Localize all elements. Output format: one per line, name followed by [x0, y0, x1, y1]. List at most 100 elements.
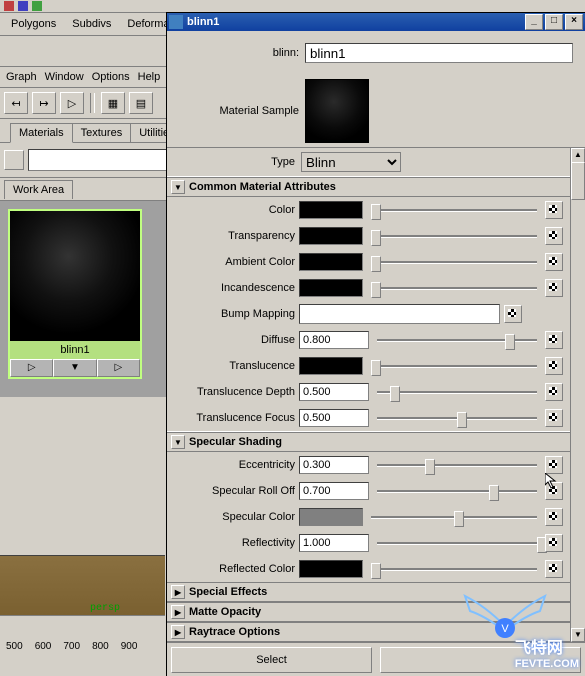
swatch-menu[interactable]: ▼	[53, 359, 96, 377]
reflectivity-slider[interactable]	[377, 535, 537, 551]
section-title: Raytrace Options	[189, 626, 280, 638]
ecc-label: Eccentricity	[175, 459, 295, 471]
collapse-icon[interactable]: ▼	[171, 180, 185, 194]
tool-icon[interactable]	[32, 1, 42, 11]
expand-icon[interactable]: ▶	[171, 625, 185, 639]
tb-btn[interactable]: ↤	[4, 92, 28, 114]
window-title: blinn1	[187, 16, 219, 28]
rolloff-slider[interactable]	[377, 483, 537, 499]
tool-icon[interactable]	[18, 1, 28, 11]
menu-options[interactable]: Options	[92, 71, 130, 83]
node-name-input[interactable]	[305, 43, 573, 63]
transparency-slider[interactable]	[371, 228, 537, 244]
swatch-next[interactable]: ▷	[97, 359, 140, 377]
bump-input[interactable]	[299, 304, 500, 324]
tb-btn[interactable]: ▤	[129, 92, 153, 114]
transparency-swatch[interactable]	[299, 227, 363, 245]
collapse-icon[interactable]: ▼	[171, 435, 185, 449]
section-title: Matte Opacity	[189, 606, 261, 618]
timeline[interactable]: 500 600 700 800 900	[0, 615, 165, 676]
map-button[interactable]	[545, 456, 563, 474]
camera-label: persp	[90, 603, 120, 614]
shelf-polygons[interactable]: Polygons	[4, 15, 63, 33]
map-button[interactable]	[545, 331, 563, 349]
watermark: 飞特网 FEVTE.COM	[515, 634, 579, 670]
speccolor-swatch[interactable]	[299, 508, 363, 526]
ambient-slider[interactable]	[371, 254, 537, 270]
tb-btn[interactable]: ▦	[101, 92, 125, 114]
maximize-button[interactable]: □	[545, 14, 563, 30]
watermark-url: FEVTE.COM	[515, 658, 579, 670]
color-slider[interactable]	[371, 202, 537, 218]
section-common[interactable]: ▼ Common Material Attributes	[167, 177, 571, 197]
blinn-label: blinn:	[179, 47, 299, 59]
expand-icon[interactable]: ▶	[171, 605, 185, 619]
incandescence-slider[interactable]	[371, 280, 537, 296]
translucence-swatch[interactable]	[299, 357, 363, 375]
transfocus-slider[interactable]	[377, 410, 537, 426]
map-button[interactable]	[545, 357, 563, 375]
map-button[interactable]	[545, 482, 563, 500]
reflcolor-swatch[interactable]	[299, 560, 363, 578]
tab-materials[interactable]: Materials	[10, 123, 73, 143]
select-button[interactable]: Select	[171, 647, 372, 673]
color-swatch[interactable]	[299, 201, 363, 219]
map-button[interactable]	[545, 383, 563, 401]
transdepth-input[interactable]	[299, 383, 369, 401]
separator	[90, 93, 95, 113]
section-sfx[interactable]: ▶ Special Effects	[167, 582, 571, 602]
reflcolor-label: Reflected Color	[175, 563, 295, 575]
map-button[interactable]	[545, 253, 563, 271]
filter-icon[interactable]	[4, 150, 24, 170]
transfocus-input[interactable]	[299, 409, 369, 427]
translucence-slider[interactable]	[371, 358, 537, 374]
map-button[interactable]	[545, 279, 563, 297]
map-button[interactable]	[545, 409, 563, 427]
titlebar[interactable]: blinn1 _ □ ×	[167, 13, 585, 31]
section-matte[interactable]: ▶ Matte Opacity	[167, 602, 571, 622]
section-specular[interactable]: ▼ Specular Shading	[167, 432, 571, 452]
map-button[interactable]	[545, 508, 563, 526]
reflcolor-slider[interactable]	[371, 561, 537, 577]
rolloff-label: Specular Roll Off	[175, 485, 295, 497]
ecc-input[interactable]	[299, 456, 369, 474]
incandescence-swatch[interactable]	[299, 279, 363, 297]
ambient-swatch[interactable]	[299, 253, 363, 271]
map-button[interactable]	[545, 560, 563, 578]
type-label: Type	[175, 156, 295, 168]
map-button[interactable]	[545, 534, 563, 552]
tick: 700	[63, 641, 80, 652]
shelf-subdivs[interactable]: Subdivs	[65, 15, 118, 33]
reflectivity-input[interactable]	[299, 534, 369, 552]
menu-help[interactable]: Help	[138, 71, 161, 83]
speccolor-slider[interactable]	[371, 509, 537, 525]
map-button[interactable]	[545, 201, 563, 219]
tb-btn[interactable]: ↦	[32, 92, 56, 114]
transdepth-slider[interactable]	[377, 384, 537, 400]
menu-graph[interactable]: Graph	[6, 71, 37, 83]
material-swatch[interactable]: blinn1 ▷ ▼ ▷	[8, 209, 142, 379]
tb-btn[interactable]: ▷	[60, 92, 84, 114]
expand-icon[interactable]: ▶	[171, 585, 185, 599]
swatch-label: blinn1	[10, 341, 140, 359]
viewport[interactable]	[0, 555, 165, 616]
scroll-thumb[interactable]	[571, 162, 585, 200]
map-button[interactable]	[545, 227, 563, 245]
diffuse-slider[interactable]	[377, 332, 537, 348]
menu-window[interactable]: Window	[45, 71, 84, 83]
tick: 500	[6, 641, 23, 652]
close-button[interactable]: ×	[565, 14, 583, 30]
scrollbar[interactable]: ▲ ▼	[570, 148, 585, 642]
minimize-button[interactable]: _	[525, 14, 543, 30]
tab-textures[interactable]: Textures	[72, 123, 132, 142]
diffuse-input[interactable]	[299, 331, 369, 349]
tool-icon[interactable]	[4, 1, 14, 11]
swatch-prev[interactable]: ▷	[10, 359, 53, 377]
map-button[interactable]	[504, 305, 522, 323]
type-select[interactable]: Blinn	[301, 152, 401, 172]
ambient-label: Ambient Color	[175, 256, 295, 268]
rolloff-input[interactable]	[299, 482, 369, 500]
tab-workarea[interactable]: Work Area	[4, 180, 73, 199]
ecc-slider[interactable]	[377, 457, 537, 473]
section-raytrace[interactable]: ▶ Raytrace Options	[167, 622, 571, 642]
